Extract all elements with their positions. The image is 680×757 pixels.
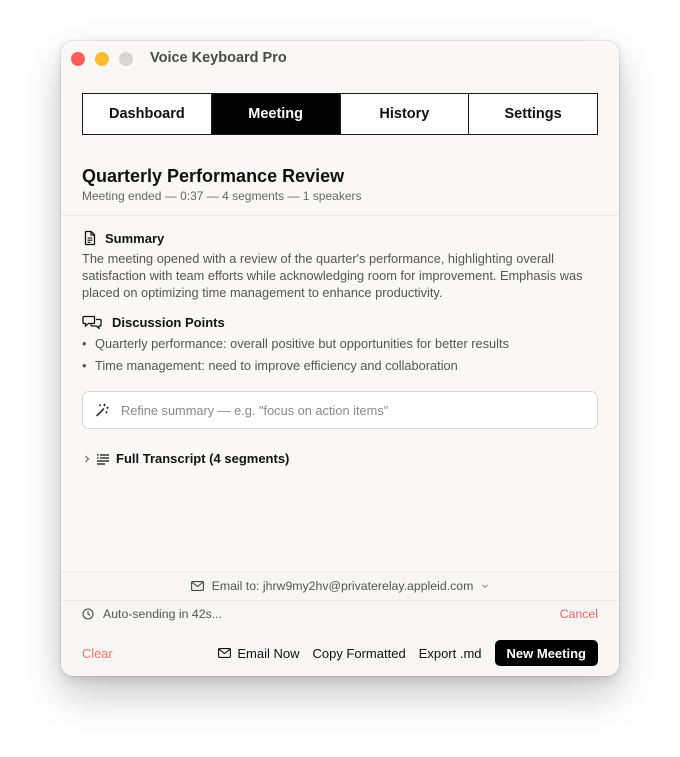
divider	[61, 600, 619, 601]
tab-bar: Dashboard Meeting History Settings	[82, 93, 598, 135]
full-transcript-label: Full Transcript (4 segments)	[116, 451, 290, 466]
email-recipient-selector[interactable]: Email to: jhrw9my2hv@privaterelay.applei…	[61, 579, 619, 593]
summary-heading-label: Summary	[105, 230, 165, 246]
timer-icon	[82, 608, 94, 620]
list-item: • Time management: need to improve effici…	[82, 357, 509, 379]
clear-button[interactable]: Clear	[82, 646, 113, 661]
copy-formatted-button[interactable]: Copy Formatted	[312, 646, 405, 661]
chat-bubbles-icon	[82, 314, 102, 330]
title-bar: Voice Keyboard Pro	[61, 41, 619, 77]
cancel-autosend-button[interactable]: Cancel	[560, 607, 598, 621]
tab-meeting[interactable]: Meeting	[211, 94, 341, 134]
refine-summary-field[interactable]	[82, 391, 598, 429]
transcript-lines-icon	[96, 453, 110, 465]
meeting-meta: Meeting ended — 0:37 — 4 segments — 1 sp…	[82, 189, 362, 203]
tab-dashboard[interactable]: Dashboard	[83, 94, 212, 134]
summary-text: The meeting opened with a review of the …	[82, 251, 583, 300]
export-md-button[interactable]: Export .md	[419, 646, 482, 661]
app-window: Voice Keyboard Pro Dashboard Meeting His…	[61, 41, 619, 676]
action-buttons: Email Now Copy Formatted Export .md New …	[205, 640, 598, 666]
list-item-text: Time management: need to improve efficie…	[95, 358, 458, 373]
email-now-button[interactable]: Email Now	[218, 646, 299, 661]
auto-send-label: Auto-sending in 42s...	[103, 607, 222, 621]
chevron-down-icon	[481, 582, 489, 590]
document-icon	[82, 230, 98, 246]
chevron-right-icon	[82, 454, 92, 464]
email-now-label: Email Now	[237, 645, 300, 661]
list-item: • Quarterly performance: overall positive…	[82, 335, 509, 357]
window-title: Voice Keyboard Pro	[150, 50, 287, 66]
discussion-list: • Quarterly performance: overall positive…	[82, 335, 509, 379]
divider	[61, 215, 619, 216]
envelope-icon	[218, 648, 232, 658]
page-title: Quarterly Performance Review	[82, 166, 345, 186]
summary-heading: Summary	[82, 230, 164, 246]
full-transcript-toggle[interactable]: Full Transcript (4 segments)	[82, 451, 289, 466]
discussion-heading-label: Discussion Points	[112, 314, 225, 330]
discussion-heading: Discussion Points	[82, 314, 225, 330]
new-meeting-button[interactable]: New Meeting	[494, 640, 598, 666]
email-recipient-label: Email to: jhrw9my2hv@privaterelay.applei…	[211, 579, 474, 593]
tab-history[interactable]: History	[340, 94, 470, 134]
refine-summary-input[interactable]	[119, 401, 583, 419]
list-item-text: Quarterly performance: overall positive …	[95, 336, 509, 351]
minimize-window-button[interactable]	[95, 52, 109, 66]
magic-wand-icon	[95, 403, 109, 417]
envelope-icon	[190, 581, 204, 591]
auto-send-status: Auto-sending in 42s...	[82, 607, 222, 621]
zoom-window-button[interactable]	[119, 52, 133, 66]
close-window-button[interactable]	[71, 52, 85, 66]
tab-settings[interactable]: Settings	[469, 94, 597, 134]
